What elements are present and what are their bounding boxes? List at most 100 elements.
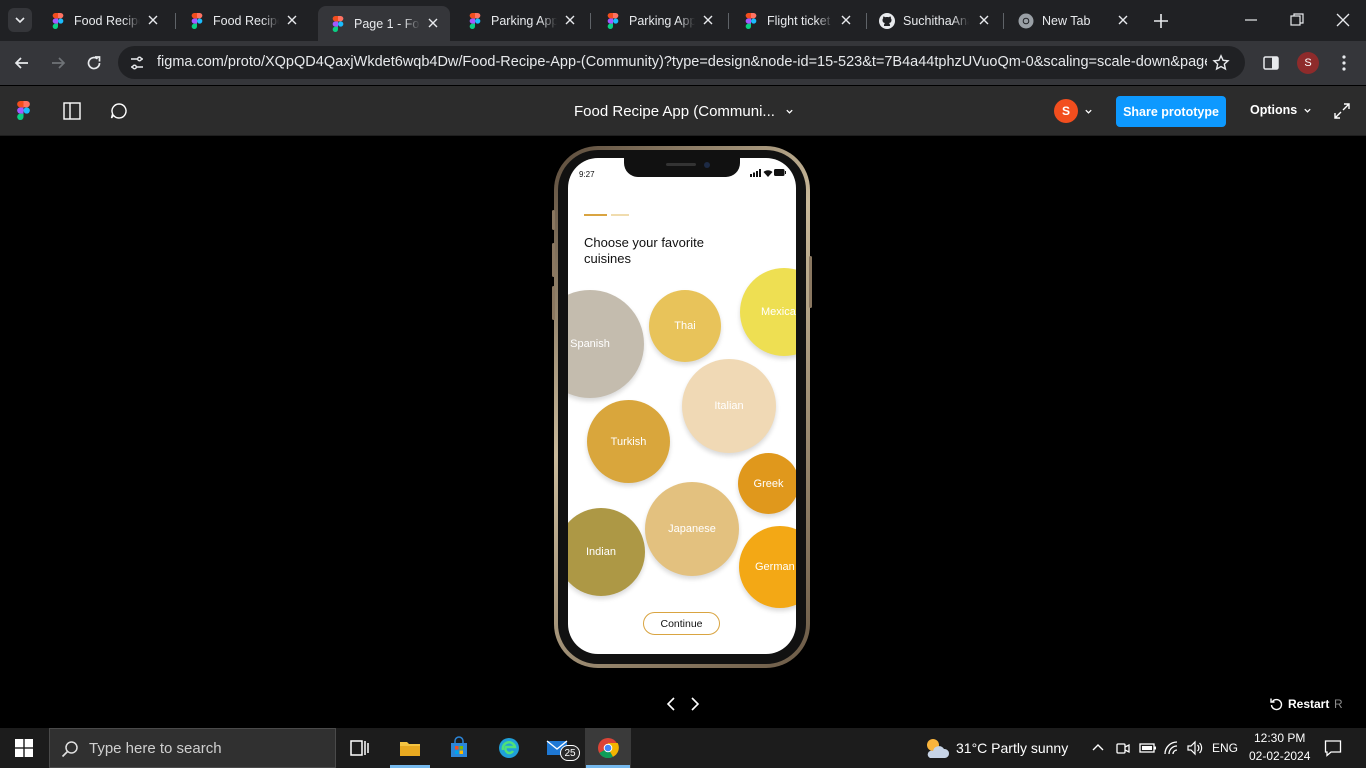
restore-window-icon[interactable]	[1287, 10, 1307, 30]
share-prototype-button[interactable]: Share prototype	[1116, 96, 1226, 127]
more-vertical-icon[interactable]	[1334, 53, 1354, 73]
file-explorer-icon[interactable]	[398, 736, 422, 760]
continue-button[interactable]: Continue	[643, 612, 720, 635]
browser-tab[interactable]: Food Recipe App	[38, 7, 170, 34]
new-tab-plus-icon[interactable]	[1152, 12, 1170, 30]
close-icon[interactable]	[839, 13, 853, 27]
phone-notch	[624, 158, 740, 177]
cuisine-bubble-italian[interactable]: Italian	[682, 359, 776, 453]
cuisine-label: German	[755, 561, 795, 573]
side-panel-icon[interactable]	[1262, 54, 1280, 72]
progress-step-inactive	[611, 214, 629, 216]
close-icon[interactable]	[977, 13, 991, 27]
browser-tab[interactable]: Parking App	[455, 7, 587, 34]
battery-icon[interactable]	[1139, 741, 1157, 755]
windows-taskbar: Type here to search 25	[0, 728, 1366, 768]
search-placeholder: Type here to search	[89, 740, 222, 757]
weather-widget[interactable]: 31°C Partly sunny	[956, 740, 1068, 756]
volume-icon[interactable]	[1186, 740, 1204, 756]
browser-toolbar: figma.com/proto/XQpQD4QaxjWkdet6wqb4Dw/F…	[0, 41, 1366, 85]
close-icon[interactable]	[285, 13, 299, 27]
profile-avatar[interactable]: S	[1297, 52, 1319, 74]
figma-icon	[191, 12, 203, 29]
tab-title: Page 1 - Food Recipe App	[354, 16, 420, 31]
window-close-icon[interactable]	[1333, 10, 1353, 30]
chrome-icon[interactable]	[596, 736, 620, 760]
restart-button[interactable]: Restart	[1288, 697, 1329, 711]
minimize-icon[interactable]	[1241, 10, 1261, 30]
browser-tab[interactable]: Flight ticket	[731, 7, 863, 34]
sidebar-toggle-icon[interactable]	[62, 101, 82, 121]
cuisine-label: Greek	[753, 477, 784, 490]
restart-icon[interactable]	[1269, 697, 1283, 711]
mail-unread-badge: 25	[560, 745, 580, 761]
signal-icon	[750, 169, 761, 177]
cuisine-bubble-german[interactable]: German	[739, 526, 796, 608]
cuisine-bubble-spanish[interactable]: Spanish	[568, 290, 644, 398]
tab-title: Parking App	[491, 13, 557, 28]
chevron-down-icon[interactable]	[1084, 107, 1093, 116]
close-icon[interactable]	[426, 16, 440, 30]
site-settings-icon[interactable]	[129, 55, 145, 71]
url-text[interactable]: figma.com/proto/XQpQD4QaxjWkdet6wqb4Dw/F…	[157, 54, 1207, 70]
close-icon[interactable]	[146, 13, 160, 27]
reload-icon[interactable]	[84, 53, 104, 73]
address-bar[interactable]: figma.com/proto/XQpQD4QaxjWkdet6wqb4Dw/F…	[118, 46, 1245, 79]
figma-icon	[469, 12, 481, 29]
options-label: Options	[1250, 103, 1298, 117]
cuisine-label: Spanish	[570, 338, 610, 350]
phone-side-button	[809, 256, 812, 308]
tab-title: Food Recipe App	[74, 13, 140, 28]
browser-tab-active[interactable]: Page 1 - Food Recipe App	[318, 6, 450, 41]
comment-icon[interactable]	[109, 101, 129, 121]
fullscreen-icon[interactable]	[1333, 102, 1351, 120]
browser-tab[interactable]: SuchithaAnand	[867, 7, 1001, 34]
file-title[interactable]: Food Recipe App (Communi...	[574, 103, 775, 120]
tab-separator	[1003, 13, 1004, 29]
wifi-icon[interactable]	[1163, 740, 1181, 756]
tab-search-button[interactable]	[8, 8, 32, 32]
partly-sunny-weather-icon[interactable]	[922, 736, 950, 760]
speaker-grill	[666, 163, 696, 166]
close-icon[interactable]	[563, 13, 577, 27]
forward-arrow-icon[interactable]	[48, 53, 68, 73]
windows-start-icon[interactable]	[15, 739, 33, 757]
notification-center-icon[interactable]	[1324, 739, 1342, 757]
next-frame-icon[interactable]	[688, 696, 702, 712]
clock-time[interactable]: 12:30 PM	[1254, 731, 1305, 745]
cuisine-bubble-indian[interactable]: Indian	[568, 508, 645, 596]
options-menu-button[interactable]: Options	[1250, 103, 1312, 117]
cuisine-bubble-thai[interactable]: Thai	[649, 290, 721, 362]
cuisine-bubble-japanese[interactable]: Japanese	[645, 482, 739, 576]
close-icon[interactable]	[701, 13, 715, 27]
figma-prototype-toolbar: Food Recipe App (Communi... Share protot…	[0, 86, 1366, 136]
taskbar-search[interactable]: Type here to search	[49, 728, 336, 768]
cuisine-bubble-mexican[interactable]: Mexican	[740, 268, 796, 356]
cuisine-bubble-greek[interactable]: Greek	[738, 453, 796, 514]
figma-logo-icon[interactable]	[17, 101, 30, 120]
browser-tab-strip: Food Recipe App Food Recipe App Page 1 -…	[0, 0, 1366, 41]
previous-frame-icon[interactable]	[664, 696, 678, 712]
show-hidden-icons-chevron[interactable]	[1091, 741, 1105, 755]
close-icon[interactable]	[1116, 13, 1130, 27]
back-arrow-icon[interactable]	[12, 53, 32, 73]
bookmark-star-icon[interactable]	[1212, 54, 1230, 72]
microsoft-store-icon[interactable]	[447, 736, 471, 760]
browser-tab[interactable]: Food Recipe App	[177, 7, 309, 34]
meet-now-icon[interactable]	[1115, 740, 1131, 756]
browser-tab[interactable]: New Tab	[1006, 7, 1140, 34]
chrome-icon	[1018, 13, 1034, 28]
restart-shortcut-key: R	[1334, 697, 1343, 711]
figma-icon	[745, 12, 757, 29]
edge-browser-icon[interactable]	[497, 736, 521, 760]
user-avatar[interactable]: S	[1054, 99, 1078, 123]
task-view-icon[interactable]	[348, 736, 372, 760]
search-icon	[61, 741, 78, 758]
tab-title: Food Recipe App	[213, 13, 279, 28]
input-language[interactable]: ENG	[1212, 741, 1238, 755]
browser-tab[interactable]: Parking App	[593, 7, 725, 34]
clock-date[interactable]: 02-02-2024	[1249, 749, 1310, 763]
chevron-down-icon[interactable]	[785, 107, 794, 116]
tab-title: Parking App	[629, 13, 695, 28]
cuisine-bubble-turkish[interactable]: Turkish	[587, 400, 670, 483]
